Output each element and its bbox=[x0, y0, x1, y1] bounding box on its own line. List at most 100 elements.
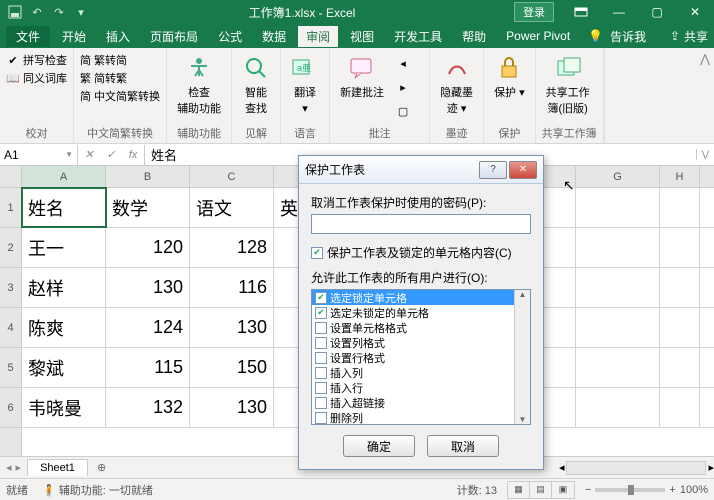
row-header[interactable]: 4 bbox=[0, 308, 21, 348]
chevron-down-icon[interactable]: ▼ bbox=[65, 150, 73, 159]
row-header[interactable]: 5 bbox=[0, 348, 21, 388]
cell[interactable]: 黎斌 bbox=[22, 348, 106, 387]
undo-icon[interactable]: ↶ bbox=[28, 3, 46, 21]
cell[interactable]: 陈爽 bbox=[22, 308, 106, 347]
col-header[interactable]: A bbox=[22, 166, 106, 187]
prev-comment-icon[interactable]: ◂ bbox=[396, 56, 410, 70]
tab-layout[interactable]: 页面布局 bbox=[142, 26, 206, 47]
cell[interactable] bbox=[660, 188, 700, 227]
cell[interactable]: 130 bbox=[106, 268, 190, 307]
ok-button[interactable]: 确定 bbox=[343, 435, 415, 457]
tab-review[interactable]: 审阅 bbox=[298, 26, 338, 47]
col-header[interactable]: C bbox=[190, 166, 274, 187]
col-header[interactable]: B bbox=[106, 166, 190, 187]
cell[interactable]: 128 bbox=[190, 228, 274, 267]
tab-insert[interactable]: 插入 bbox=[98, 26, 138, 47]
tab-help[interactable]: 帮助 bbox=[454, 26, 494, 47]
dialog-titlebar[interactable]: 保护工作表 ? ✕ bbox=[299, 156, 543, 184]
cell[interactable] bbox=[660, 268, 700, 307]
cell[interactable]: 130 bbox=[190, 388, 274, 427]
permission-item[interactable]: ✔选定未锁定的单元格 bbox=[312, 305, 514, 320]
add-sheet-button[interactable]: ⊕ bbox=[88, 460, 115, 475]
cell[interactable] bbox=[660, 348, 700, 387]
hide-ink-button[interactable]: 隐藏墨 迹 ▾ bbox=[436, 52, 477, 123]
cell[interactable]: 韦晓曼 bbox=[22, 388, 106, 427]
cell[interactable]: 130 bbox=[190, 308, 274, 347]
zoom-control[interactable]: − + 100% bbox=[585, 484, 708, 496]
chinese-convert-button[interactable]: 简 中文简繁转换 bbox=[80, 88, 160, 104]
expand-formula-icon[interactable]: ⋁ bbox=[696, 149, 714, 160]
row-header[interactable]: 6 bbox=[0, 388, 21, 428]
minimize-button[interactable]: — bbox=[600, 0, 638, 24]
cell[interactable] bbox=[576, 268, 660, 307]
qat-dropdown-icon[interactable]: ▾ bbox=[72, 3, 90, 21]
list-scrollbar[interactable]: ▲▼ bbox=[514, 290, 530, 424]
fx-icon[interactable]: fx bbox=[122, 145, 144, 165]
login-button[interactable]: 登录 bbox=[514, 2, 554, 22]
sc-to-tc-button[interactable]: 简 繁转简 bbox=[80, 52, 160, 68]
cell[interactable] bbox=[576, 348, 660, 387]
share-button[interactable]: ⇪共享 bbox=[670, 28, 708, 45]
permission-item[interactable]: 插入列 bbox=[312, 365, 514, 380]
dialog-close-button[interactable]: ✕ bbox=[509, 161, 537, 179]
cell[interactable] bbox=[576, 228, 660, 267]
check-accessibility-button[interactable]: 检查 辅助功能 bbox=[173, 52, 225, 123]
dialog-help-button[interactable]: ? bbox=[479, 161, 507, 179]
tab-data[interactable]: 数据 bbox=[254, 26, 294, 47]
cell[interactable]: 124 bbox=[106, 308, 190, 347]
close-button[interactable]: ✕ bbox=[676, 0, 714, 24]
password-input[interactable] bbox=[311, 214, 531, 234]
tab-developer[interactable]: 开发工具 bbox=[386, 26, 450, 47]
new-comment-button[interactable]: 新建批注 bbox=[336, 52, 388, 123]
zoom-in-icon[interactable]: + bbox=[669, 484, 675, 496]
tab-home[interactable]: 开始 bbox=[54, 26, 94, 47]
next-comment-icon[interactable]: ▸ bbox=[396, 80, 410, 94]
tab-nav-next-icon[interactable]: ▸ bbox=[16, 461, 22, 474]
normal-view-icon[interactable]: ▦ bbox=[508, 482, 530, 498]
name-box[interactable]: A1▼ bbox=[0, 145, 78, 165]
row-header[interactable]: 3 bbox=[0, 268, 21, 308]
translate-button[interactable]: a亜 翻译▾ bbox=[287, 52, 323, 123]
tab-nav-prev-icon[interactable]: ◂ bbox=[6, 461, 12, 474]
cell[interactable]: 150 bbox=[190, 348, 274, 387]
thesaurus-button[interactable]: 📖同义词库 bbox=[6, 70, 67, 86]
cell[interactable]: 116 bbox=[190, 268, 274, 307]
cell[interactable]: 语文 bbox=[190, 188, 274, 227]
permission-item[interactable]: 插入超链接 bbox=[312, 395, 514, 410]
row-header[interactable]: 1 bbox=[0, 188, 21, 228]
col-header[interactable]: G bbox=[576, 166, 660, 187]
tab-view[interactable]: 视图 bbox=[342, 26, 382, 47]
cell[interactable]: 115 bbox=[106, 348, 190, 387]
collapse-ribbon-icon[interactable]: ⋀ bbox=[700, 52, 710, 66]
cell[interactable]: 王一 bbox=[22, 228, 106, 267]
cell[interactable]: 数学 bbox=[106, 188, 190, 227]
cell[interactable] bbox=[576, 308, 660, 347]
tc-to-sc-button[interactable]: 繁 简转繁 bbox=[80, 70, 160, 86]
hscroll-track[interactable] bbox=[566, 461, 706, 475]
cell[interactable] bbox=[576, 388, 660, 427]
tellme[interactable]: 💡告诉我 bbox=[588, 28, 646, 45]
permission-item[interactable]: ✔选定锁定单元格 bbox=[312, 290, 514, 305]
protect-contents-checkbox[interactable]: ✔ 保护工作表及锁定的单元格内容(C) bbox=[311, 244, 531, 261]
cell[interactable]: 132 bbox=[106, 388, 190, 427]
ribbon-options-icon[interactable] bbox=[562, 0, 600, 24]
sheet-tab[interactable]: Sheet1 bbox=[27, 459, 88, 476]
cell[interactable]: 120 bbox=[106, 228, 190, 267]
col-header[interactable]: H bbox=[660, 166, 700, 187]
cell[interactable]: 姓名 bbox=[22, 188, 106, 227]
tab-powerpivot[interactable]: Power Pivot bbox=[498, 27, 578, 45]
smart-lookup-button[interactable]: 智能 查找 bbox=[238, 52, 274, 123]
zoom-out-icon[interactable]: − bbox=[585, 484, 591, 496]
share-workbook-button[interactable]: 共享工作 簿(旧版) bbox=[542, 52, 594, 123]
cancel-formula-icon[interactable]: ✕ bbox=[78, 145, 100, 165]
cell[interactable] bbox=[660, 388, 700, 427]
permission-item[interactable]: 设置单元格格式 bbox=[312, 320, 514, 335]
redo-icon[interactable]: ↷ bbox=[50, 3, 68, 21]
select-all-corner[interactable] bbox=[0, 166, 21, 188]
cancel-button[interactable]: 取消 bbox=[427, 435, 499, 457]
cell[interactable]: 赵样 bbox=[22, 268, 106, 307]
permission-item[interactable]: 删除列 bbox=[312, 410, 514, 424]
page-layout-icon[interactable]: ▤ bbox=[530, 482, 552, 498]
spell-check-button[interactable]: ✔拼写检查 bbox=[6, 52, 67, 68]
protect-button[interactable]: 保护 ▾ bbox=[490, 52, 529, 123]
